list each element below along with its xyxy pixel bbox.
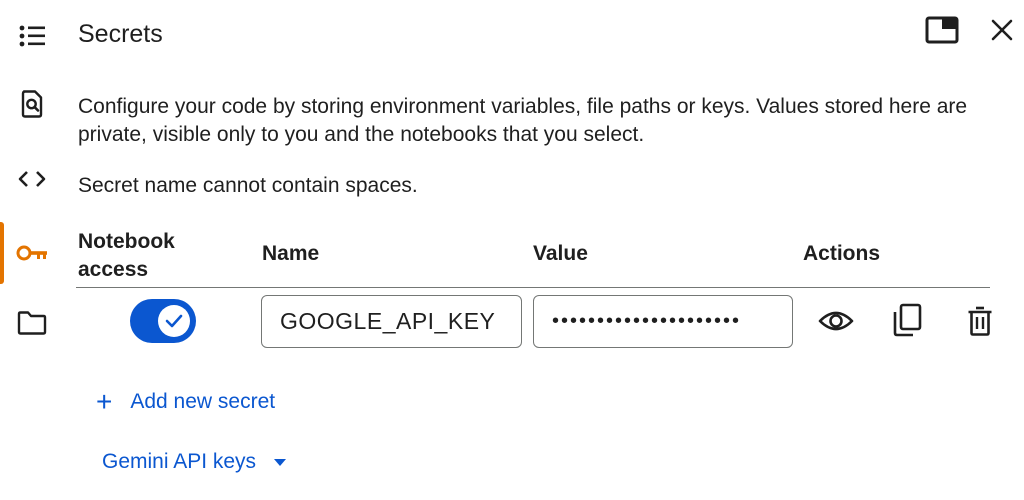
panel-description: Configure your code by storing environme… (78, 95, 968, 146)
plus-icon: + (96, 386, 113, 417)
toggle-knob (158, 305, 190, 337)
find-in-page-icon[interactable] (14, 86, 50, 122)
key-icon[interactable] (14, 235, 50, 271)
gemini-api-keys-label: Gemini API keys (102, 450, 257, 473)
code-icon[interactable] (14, 161, 50, 197)
secret-name-input[interactable] (261, 295, 522, 348)
rail-active-indicator (0, 222, 4, 284)
add-new-secret-button[interactable]: + Add new secret (96, 388, 275, 416)
checkmark-icon (165, 314, 183, 328)
close-icon[interactable] (982, 12, 1022, 48)
column-header-value: Value (533, 242, 588, 265)
toc-list-icon[interactable] (14, 18, 50, 54)
table-header-divider (76, 287, 990, 288)
delete-icon[interactable] (958, 299, 1002, 343)
notebook-access-toggle[interactable] (130, 299, 196, 343)
page-title: Secrets (78, 20, 163, 48)
column-header-name: Name (262, 242, 320, 265)
add-new-secret-label: Add new secret (130, 390, 276, 413)
folder-icon[interactable] (14, 305, 50, 341)
copy-icon[interactable] (885, 298, 929, 342)
open-in-tab-icon[interactable] (922, 12, 962, 48)
dropdown-arrow-icon (274, 458, 287, 466)
column-header-notebook-access: Notebook access (78, 230, 175, 281)
secret-value-input[interactable]: ••••••••••••••••••••• (533, 295, 793, 348)
visibility-icon[interactable] (814, 299, 858, 343)
column-header-actions: Actions (803, 242, 881, 265)
secret-name-hint: Secret name cannot contain spaces. (78, 174, 418, 197)
gemini-api-keys-dropdown[interactable]: Gemini API keys (102, 450, 287, 474)
